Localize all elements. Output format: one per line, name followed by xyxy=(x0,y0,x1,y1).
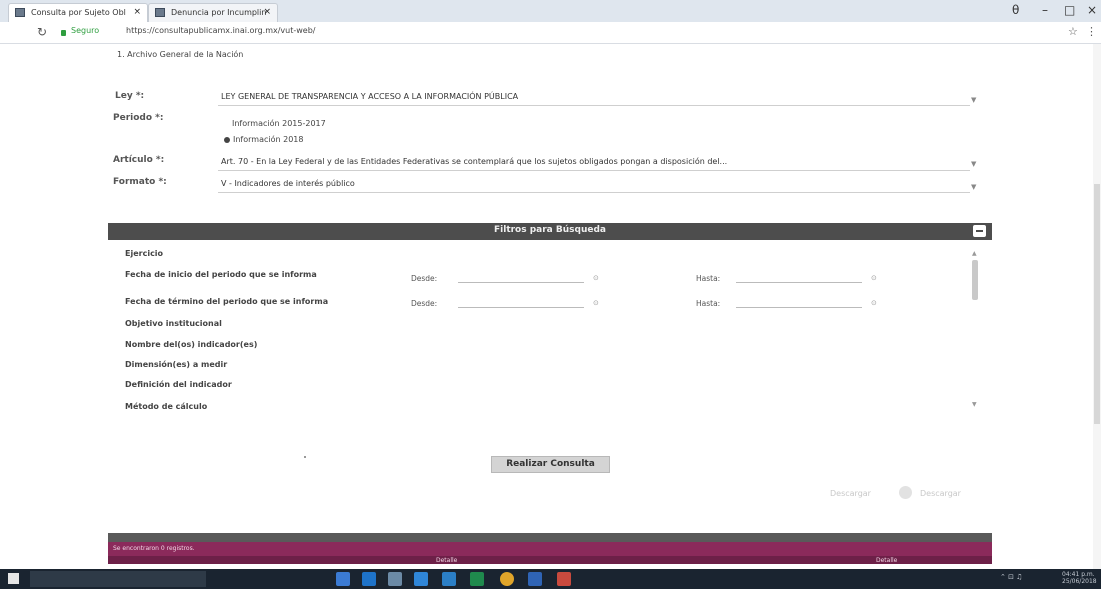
system-tray[interactable]: ⌃ ⊡ ♫ xyxy=(1000,573,1022,581)
chevron-down-icon: ▼ xyxy=(971,160,977,168)
app-icon[interactable] xyxy=(388,572,402,586)
formato-select[interactable]: V - Indicadores de interés público xyxy=(218,177,970,193)
page-scrollbar-thumb[interactable] xyxy=(1094,184,1100,424)
close-tab-icon[interactable]: × xyxy=(263,4,271,21)
download-icon[interactable] xyxy=(899,486,912,499)
periodo-label: Periodo *: xyxy=(113,113,164,123)
profile-icon[interactable]: θ xyxy=(1012,2,1019,18)
taskbar: ⌃ ⊡ ♫ 04:41 p.m. 25/06/2018 xyxy=(0,569,1101,589)
filter-metodo: Método de cálculo xyxy=(125,402,208,411)
filter-fecha-inicio: Fecha de inicio del periodo que se infor… xyxy=(125,270,317,279)
subject-title: 1. Archivo General de la Nación xyxy=(117,50,244,59)
page-icon xyxy=(15,8,25,17)
download-link[interactable]: Descargar xyxy=(830,489,871,498)
articulo-label: Artículo *: xyxy=(113,155,165,165)
scroll-up-icon[interactable]: ▲ xyxy=(972,250,977,257)
calendar-icon[interactable]: ⊙ xyxy=(871,299,877,307)
filter-objetivo: Objetivo institucional xyxy=(125,319,222,328)
reload-icon[interactable]: ↻ xyxy=(37,25,47,39)
realizar-consulta-button[interactable]: Realizar Consulta xyxy=(491,456,610,473)
maximize-button[interactable]: □ xyxy=(1064,2,1075,18)
calendar-icon[interactable]: ⊙ xyxy=(593,299,599,307)
filter-fecha-termino: Fecha de término del periodo que se info… xyxy=(125,297,329,306)
lock-icon xyxy=(61,30,66,36)
filters-header: Filtros para Búsqueda xyxy=(108,223,992,240)
periodo-option-2015[interactable]: Información 2015-2017 xyxy=(232,119,326,128)
fecha-inicio-hasta-input[interactable] xyxy=(736,271,862,283)
filters-title: Filtros para Búsqueda xyxy=(494,225,606,235)
desde-label: Desde: xyxy=(411,299,438,308)
tab-consulta[interactable]: Consulta por Sujeto Obl × xyxy=(8,3,148,22)
results-header xyxy=(108,533,992,542)
filter-definicion: Definición del indicador xyxy=(125,380,232,389)
download-link-2[interactable]: Descargar xyxy=(920,489,961,498)
chevron-down-icon: ▼ xyxy=(971,96,977,104)
ley-select[interactable]: LEY GENERAL DE TRANSPARENCIA Y ACCESO A … xyxy=(218,90,970,106)
secure-label: Seguro xyxy=(71,26,100,35)
excel-icon[interactable] xyxy=(470,572,484,586)
app-icon[interactable] xyxy=(336,572,350,586)
scroll-down-icon[interactable]: ▼ xyxy=(972,401,977,408)
taskbar-clock[interactable]: 04:41 p.m. 25/06/2018 xyxy=(1062,571,1097,585)
results-bar xyxy=(108,542,992,556)
fecha-inicio-desde-input[interactable] xyxy=(458,271,584,283)
filters-panel xyxy=(108,240,992,420)
calendar-icon[interactable]: ⊙ xyxy=(871,274,877,282)
windows-start-icon[interactable] xyxy=(8,573,19,584)
clock-date: 25/06/2018 xyxy=(1062,578,1097,585)
fecha-termino-hasta-input[interactable] xyxy=(736,296,862,308)
filter-ejercicio: Ejercicio xyxy=(125,249,164,258)
decorative-dot xyxy=(304,456,306,458)
ley-label: Ley *: xyxy=(115,91,145,101)
periodo-option-2018-label: Información 2018 xyxy=(233,135,304,144)
periodo-option-2018[interactable]: Información 2018 xyxy=(224,135,303,144)
browser-tab-strip: Consulta por Sujeto Obl × Denuncia por I… xyxy=(0,0,1101,22)
tab-label: Denuncia por Incumplin xyxy=(171,8,267,17)
fecha-termino-desde-input[interactable] xyxy=(458,296,584,308)
hasta-label: Hasta: xyxy=(696,299,721,308)
formato-label: Formato *: xyxy=(113,177,167,187)
close-tab-icon[interactable]: × xyxy=(133,4,141,21)
column-detalle-2: Detalle xyxy=(876,557,898,564)
scrollbar-thumb[interactable] xyxy=(972,260,978,300)
results-table-header xyxy=(108,556,992,564)
pdf-icon[interactable] xyxy=(557,572,571,586)
desde-label: Desde: xyxy=(411,274,438,283)
menu-icon[interactable]: ⋮ xyxy=(1086,25,1097,38)
taskbar-search-box[interactable] xyxy=(30,571,206,587)
page-icon xyxy=(155,8,165,17)
page-scrollbar[interactable] xyxy=(1093,44,1101,569)
articulo-select[interactable]: Art. 70 - En la Ley Federal y de las Ent… xyxy=(218,155,970,171)
column-detalle: Detalle xyxy=(436,557,458,564)
tab-label: Consulta por Sujeto Obl xyxy=(31,8,126,17)
hasta-label: Hasta: xyxy=(696,274,721,283)
collapse-icon[interactable] xyxy=(973,225,986,237)
calendar-icon[interactable]: ⊙ xyxy=(593,274,599,282)
minimize-button[interactable]: – xyxy=(1042,2,1048,18)
edge-icon[interactable] xyxy=(362,572,376,586)
clock-time: 04:41 p.m. xyxy=(1062,571,1095,578)
filter-nombre-indicador: Nombre del(os) indicador(es) xyxy=(125,340,258,349)
filters-scrollbar[interactable]: ▲ ▼ xyxy=(972,250,979,408)
close-window-button[interactable]: × xyxy=(1087,2,1097,18)
app-icon[interactable] xyxy=(442,572,456,586)
results-message: Se encontraron 0 registros. xyxy=(113,545,195,552)
filter-dimension: Dimensión(es) a medir xyxy=(125,360,228,369)
chrome-icon[interactable] xyxy=(500,572,514,586)
bookmark-star-icon[interactable]: ☆ xyxy=(1068,25,1078,38)
chevron-down-icon: ▼ xyxy=(971,183,977,191)
radio-selected-icon[interactable] xyxy=(224,136,230,143)
address-bar: ↻ Seguro https://consultapublicamx.inai.… xyxy=(0,22,1101,44)
outlook-icon[interactable] xyxy=(414,572,428,586)
url-field[interactable]: https://consultapublicamx.inai.org.mx/vu… xyxy=(126,26,316,35)
tab-denuncia[interactable]: Denuncia por Incumplin × xyxy=(148,3,278,22)
word-icon[interactable] xyxy=(528,572,542,586)
